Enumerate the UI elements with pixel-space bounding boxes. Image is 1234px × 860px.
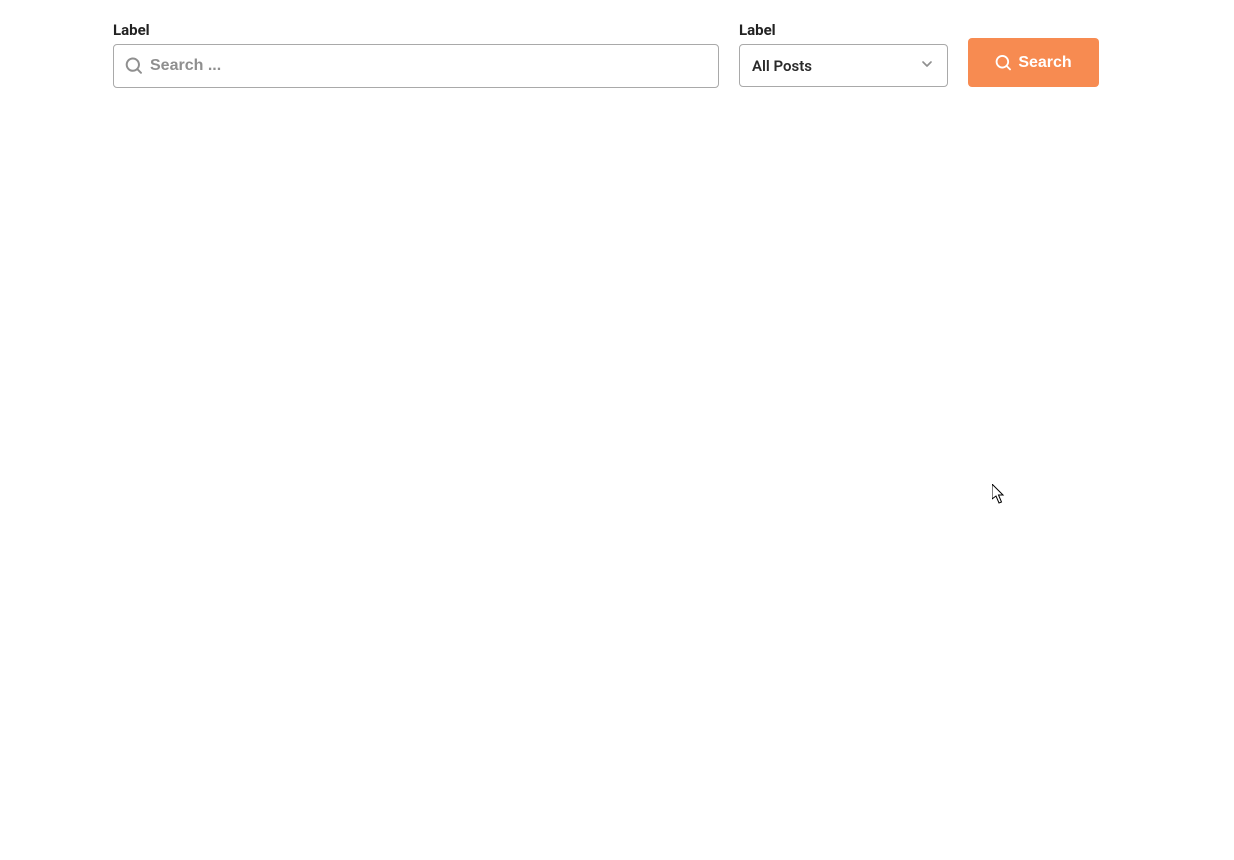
category-select-label: Label <box>739 20 948 41</box>
category-select[interactable]: All Posts <box>739 44 948 87</box>
search-button[interactable]: Search <box>968 38 1099 87</box>
search-button-label: Search <box>1018 54 1071 72</box>
chevron-down-icon <box>919 56 935 76</box>
search-input[interactable] <box>114 45 718 87</box>
category-select-value: All Posts <box>752 57 919 75</box>
search-field-label: Label <box>113 20 719 41</box>
mouse-cursor-icon <box>992 484 1006 504</box>
search-icon <box>995 55 1011 71</box>
search-input-wrapper <box>113 44 719 88</box>
